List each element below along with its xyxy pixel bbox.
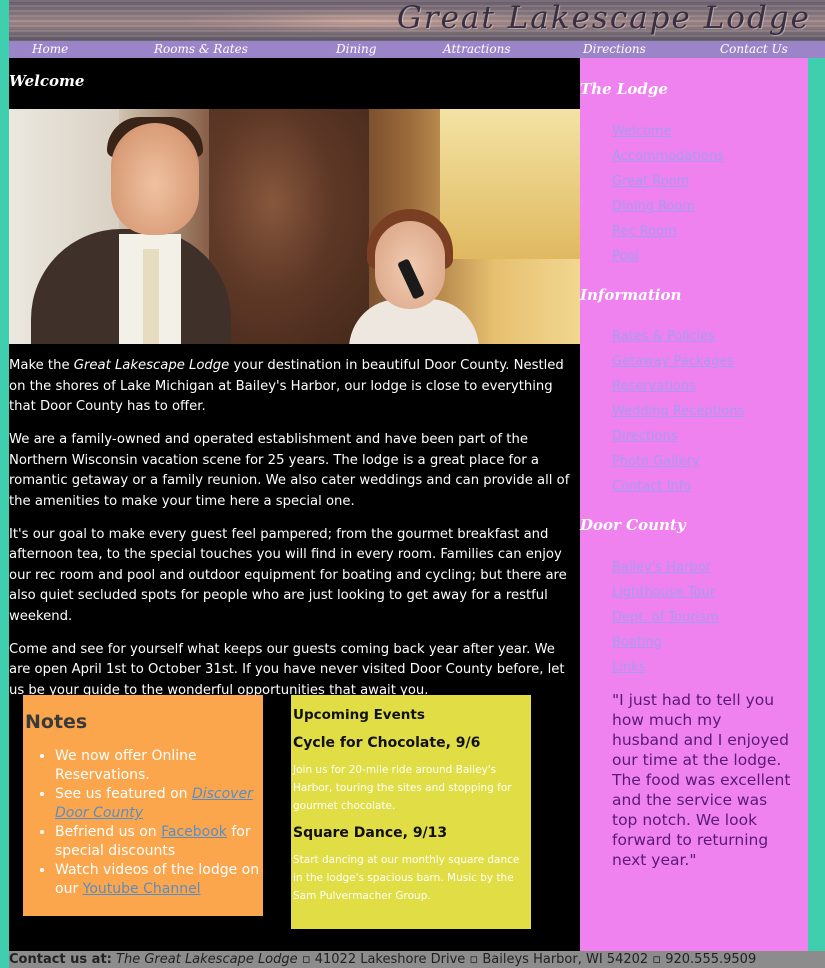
sidebar-link-item: Links <box>612 654 719 679</box>
sidebar-heading-door-county: Door County <box>580 516 686 534</box>
sidebar-link-rec-room[interactable]: Rec Room <box>612 224 677 239</box>
facebook-link[interactable]: Facebook <box>161 824 227 840</box>
sidebar-link-item: Contact Info <box>612 473 744 498</box>
notes-item-facebook: Befriend us on Facebook for special disc… <box>55 823 263 861</box>
intro-text: Make the Great Lakescape Lodge your dest… <box>9 356 580 714</box>
notes-item-facebook-pre: Befriend us on <box>55 824 162 840</box>
sidebar: The Lodge Welcome Accommodations Great Roo… <box>580 58 808 951</box>
notes-item-featured-text: See us featured on <box>55 786 192 802</box>
sidebar-link-dept-of-tourism[interactable]: Dept. of Tourism <box>612 610 719 625</box>
guest-testimonial: "I just had to tell you how much my husb… <box>612 691 791 869</box>
footer-address: ▫ 41022 Lakeshore Drive ▫ Baileys Harbor… <box>297 952 757 967</box>
sidebar-link-item: Boating <box>612 629 719 654</box>
hero-window <box>440 109 580 259</box>
sidebar-link-great-room[interactable]: Great Room <box>612 174 689 189</box>
sidebar-link-item: Great Room <box>612 168 724 193</box>
notes-item-reservations: We now offer Online Reservations. <box>55 747 263 785</box>
sidebar-link-welcome[interactable]: Welcome <box>612 124 671 139</box>
intro-paragraph-1: Make the Great Lakescape Lodge your dest… <box>9 356 580 418</box>
hero-man-tie <box>143 249 159 344</box>
notes-box: Notes We now offer Online Reservations. … <box>23 695 263 916</box>
page: Great Lakescape Lodge Home Rooms & Rates… <box>9 0 825 968</box>
notes-item-youtube: Watch videos of the lodge on our Youtube… <box>55 861 263 899</box>
sidebar-link-item: Welcome <box>612 118 724 143</box>
sidebar-link-accommodations[interactable]: Accommodations <box>612 149 724 164</box>
youtube-channel-link[interactable]: Youtube Channel <box>83 881 201 897</box>
sidebar-link-item: Dept. of Tourism <box>612 604 719 629</box>
sidebar-link-item: Rec Room <box>612 218 724 243</box>
events-heading: Upcoming Events <box>293 707 425 723</box>
sidebar-link-contact-info[interactable]: Contact Info <box>612 479 691 494</box>
sidebar-link-item: Directions <box>612 423 744 448</box>
sidebar-lodge-links: Welcome Accommodations Great Room Dining Ro… <box>612 118 724 268</box>
footer: Contact us at: The Great Lakescape Lodge… <box>9 951 825 968</box>
banner: Great Lakescape Lodge <box>9 0 825 41</box>
hero-man-face <box>111 123 199 235</box>
sidebar-link-wedding-receptions[interactable]: Wedding Receptions <box>612 404 744 419</box>
sidebar-link-item: Getaway Packages <box>612 348 744 373</box>
hero-marble-wall <box>209 109 369 344</box>
right-edge-strip <box>808 58 825 951</box>
intro-lodge-name: Great Lakescape Lodge <box>73 358 230 373</box>
sidebar-link-reservations[interactable]: Reservations <box>612 379 696 394</box>
intro-p1-pre: Make the <box>9 358 74 373</box>
sidebar-link-item: Photo Gallery <box>612 448 744 473</box>
sidebar-link-rates-policies[interactable]: Rates & Policies <box>612 329 715 344</box>
nav-attractions[interactable]: Attractions <box>443 41 510 58</box>
sidebar-link-item: Rates & Policies <box>612 323 744 348</box>
intro-paragraph-3: It's our goal to make every guest feel p… <box>9 526 567 624</box>
sidebar-link-item: Lighthouse Tour <box>612 579 719 604</box>
sidebar-link-item: Wedding Receptions <box>612 398 744 423</box>
event-title: Square Dance, 9/13 <box>293 825 448 841</box>
event-description: Start dancing at our monthly square danc… <box>293 854 520 902</box>
sidebar-door-county-links: Bailey's Harbor Lighthouse Tour Dept. of T… <box>612 554 719 679</box>
nav-dining[interactable]: Dining <box>336 41 376 58</box>
events-box: Upcoming Events Cycle for Chocolate, 9/6… <box>291 695 531 929</box>
event-title: Cycle for Chocolate, 9/6 <box>293 735 481 751</box>
sidebar-link-bailey-s-harbor[interactable]: Bailey's Harbor <box>612 560 711 575</box>
sidebar-link-item: Reservations <box>612 373 744 398</box>
sidebar-link-photo-gallery[interactable]: Photo Gallery <box>612 454 700 469</box>
event-description: Join us for 20-mile ride around Bailey's… <box>293 764 512 812</box>
main-nav: Home Rooms & Rates Dining Attractions Di… <box>9 41 825 58</box>
notes-list: We now offer Online Reservations. See us… <box>23 747 263 899</box>
sidebar-link-item: Accommodations <box>612 143 724 168</box>
nav-home[interactable]: Home <box>32 41 68 58</box>
sidebar-heading-information: Information <box>580 286 682 304</box>
footer-lodge-name: The Great Lakescape Lodge <box>116 952 298 967</box>
sidebar-information-links: Rates & Policies Getaway Packages Reservat… <box>612 323 744 498</box>
nav-rooms-rates[interactable]: Rooms & Rates <box>154 41 248 58</box>
site-title: Great Lakescape Lodge <box>397 0 811 36</box>
nav-directions[interactable]: Directions <box>583 41 646 58</box>
intro-paragraph-4: Come and see for yourself what keeps our… <box>9 641 565 698</box>
notes-heading: Notes <box>25 711 88 733</box>
sidebar-link-boating[interactable]: Boating <box>612 635 662 650</box>
sidebar-link-getaway-packages[interactable]: Getaway Packages <box>612 354 734 369</box>
main-content: Welcome Make the Great Lakescape Lodge y… <box>9 58 580 951</box>
sidebar-heading-the-lodge: The Lodge <box>580 80 668 98</box>
sidebar-link-directions[interactable]: Directions <box>612 429 678 444</box>
sidebar-link-item: Pool <box>612 243 724 268</box>
welcome-heading: Welcome <box>9 72 85 90</box>
sidebar-link-item: Dining Room <box>612 193 724 218</box>
intro-paragraph-2: We are a family-owned and operated estab… <box>9 432 570 509</box>
footer-label: Contact us at: <box>9 952 112 967</box>
sidebar-link-dining-room[interactable]: Dining Room <box>612 199 695 214</box>
hero-photo-staff <box>9 109 580 344</box>
notes-item-featured: See us featured on Discover Door County <box>55 785 263 823</box>
sidebar-link-links[interactable]: Links <box>612 660 645 675</box>
nav-contact-us[interactable]: Contact Us <box>720 41 788 58</box>
sidebar-link-pool[interactable]: Pool <box>612 249 639 264</box>
sidebar-link-item: Bailey's Harbor <box>612 554 719 579</box>
sidebar-link-lighthouse-tour[interactable]: Lighthouse Tour <box>612 585 715 600</box>
